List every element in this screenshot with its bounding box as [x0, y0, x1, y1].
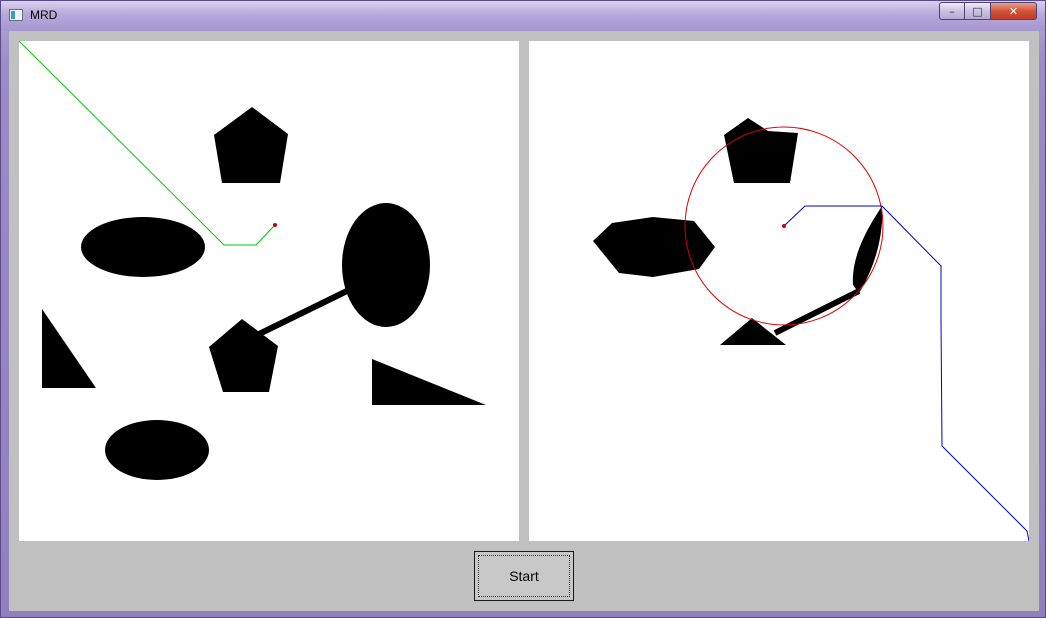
window-title: MRD	[30, 8, 58, 22]
close-button[interactable]: ✕	[991, 2, 1037, 20]
sensed-bar	[773, 288, 861, 336]
obstacle-ellipse-tall	[342, 203, 430, 327]
global-map-panel	[19, 41, 519, 541]
local-sensing-panel	[529, 41, 1029, 541]
planned-path	[783, 205, 1029, 541]
sensed-pentagon	[724, 118, 798, 183]
local-map-canvas	[593, 118, 1029, 541]
client-area: Start	[9, 31, 1039, 611]
maximize-icon: □	[972, 4, 983, 18]
minimize-button[interactable]: –	[939, 2, 965, 20]
obstacle-bar	[253, 286, 353, 339]
title-bar[interactable]: MRD – □ ✕	[1, 1, 1045, 31]
app-icon	[9, 9, 23, 21]
window-controls: – □ ✕	[939, 2, 1037, 21]
app-window: MRD – □ ✕ Start	[0, 0, 1046, 618]
robot-position-marker	[782, 224, 786, 228]
obstacle-triangle-right	[372, 359, 486, 405]
obstacle-ellipse-left	[81, 217, 205, 277]
sensed-ellipse-left	[593, 217, 715, 277]
start-button[interactable]: Start	[474, 551, 574, 601]
obstacle-ellipse-bottom	[105, 420, 209, 480]
close-icon: ✕	[1008, 4, 1019, 18]
robot-position-marker	[273, 223, 277, 227]
obstacle-pentagon-top	[214, 107, 288, 183]
global-map-canvas	[19, 41, 486, 480]
maximize-button[interactable]: □	[965, 2, 991, 20]
obstacle-triangle-left	[42, 309, 96, 388]
minimize-icon: –	[949, 4, 955, 18]
